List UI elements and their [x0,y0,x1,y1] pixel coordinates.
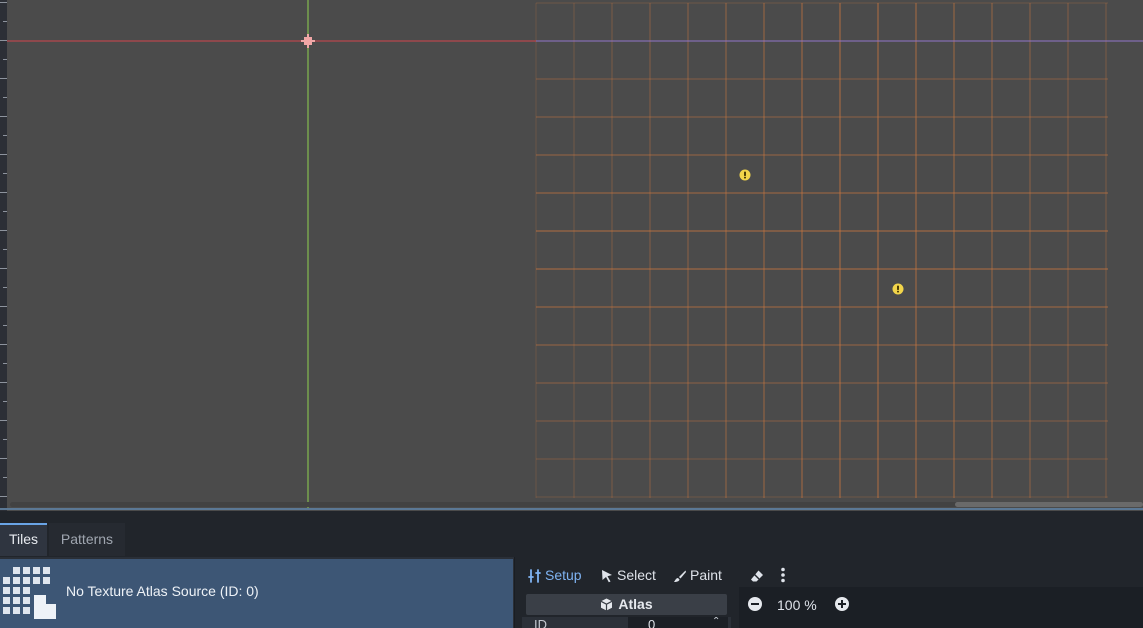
ruler-tick [3,477,7,478]
page-fold [46,595,56,604]
select-label: Select [617,567,656,583]
ruler-tick [0,116,7,117]
id-spinbox[interactable]: 0 ⌃ [628,617,728,628]
ruler-tick [3,135,7,136]
warning-icon-mark [744,171,746,176]
paint-button[interactable]: Paint [673,562,722,588]
grid-square [33,567,40,574]
ruler-tick [0,2,7,3]
grid-square [3,597,10,604]
ruler-tick [3,325,7,326]
select-button[interactable]: Select [601,562,656,588]
grid-square [23,577,30,584]
eraser-button[interactable] [750,562,766,588]
id-property-row: ID 0 ⌃ [522,617,731,628]
ruler-tick [3,21,7,22]
tileset-tab-bar: Tiles Patterns [0,523,1143,556]
grid-canvas[interactable] [0,0,1143,511]
ruler-tick [3,211,7,212]
ruler-tick [3,249,7,250]
grid-square [23,607,30,614]
grid-square [3,607,10,614]
zoom-in-icon[interactable] [834,596,850,612]
grid-square [23,587,30,594]
grid-square [13,567,20,574]
zoom-level-label[interactable]: 100 % [777,597,817,613]
ruler-tick [0,344,7,345]
ruler-tick [0,268,7,269]
grid-square [23,597,30,604]
spinbox-up-arrow-icon[interactable]: ⌃ [712,617,720,627]
ruler-tick [3,287,7,288]
tab-patterns[interactable]: Patterns [49,523,125,556]
ruler-tick [0,382,7,383]
eraser-icon [751,570,763,582]
page-icon [34,595,56,619]
vertical-ruler [0,0,7,511]
grid-square [43,567,50,574]
ruler-tick [3,97,7,98]
atlas-section-header[interactable]: Atlas [526,594,727,615]
ruler-tick [0,78,7,79]
grid-square [23,567,30,574]
setup-label: Setup [545,567,582,583]
grid-square [13,607,20,614]
id-property-label: ID [534,617,547,628]
id-value: 0 [648,617,656,628]
ruler-tick [3,363,7,364]
cube-icon [601,598,613,611]
origin-cross-icon-v [307,34,309,48]
tileset-grid-icon [3,567,59,621]
tab-tiles[interactable]: Tiles [0,523,47,556]
grid-square [13,587,20,594]
list-item-tile-source[interactable]: No Texture Atlas Source (ID: 0) [0,559,513,628]
zoom-out-icon[interactable] [747,596,763,612]
ruler-tick [3,401,7,402]
horizontal-scrollbar-thumb[interactable] [955,502,1143,507]
tilemap-viewport[interactable] [0,0,1143,511]
warning-icon-dot [897,290,899,293]
more-options-button[interactable] [780,562,794,588]
zoom-bar: 100 % [739,587,1143,628]
ruler-tick [0,40,7,41]
grid-square [13,597,20,604]
ruler-tick [0,306,7,307]
ruler-tick [0,230,7,231]
ruler-tick [0,496,7,497]
vertical-ellipsis-icon [781,567,785,583]
ruler-tick [3,173,7,174]
atlas-section-label: Atlas [618,596,653,612]
grid-square [3,587,10,594]
warning-icon-dot [744,176,746,179]
cursor-arrow-icon [602,570,612,583]
ruler-tick [0,458,7,459]
wrench-icon [528,569,541,583]
tileset-panel: Tiles Patterns No Texture Atlas Source (… [0,511,1143,628]
paint-label: Paint [690,567,722,583]
grid-square [13,577,20,584]
viewport-divider[interactable] [0,508,1143,510]
grid-square [43,577,50,584]
ruler-tick [3,439,7,440]
grid-square [33,577,40,584]
tile-source-editor: Setup Select Paint Atlas ID 0 ⌃ 100 % [516,557,1143,628]
brush-icon [674,570,686,582]
warning-icon-mark [897,285,899,290]
grid-square [3,577,10,584]
ruler-tick [0,420,7,421]
ruler-tick [0,192,7,193]
ruler-tick [3,59,7,60]
tile-source-label: No Texture Atlas Source (ID: 0) [66,583,259,599]
ruler-tick [0,154,7,155]
tile-source-list[interactable]: No Texture Atlas Source (ID: 0) [0,557,515,628]
setup-button[interactable]: Setup [528,562,582,588]
